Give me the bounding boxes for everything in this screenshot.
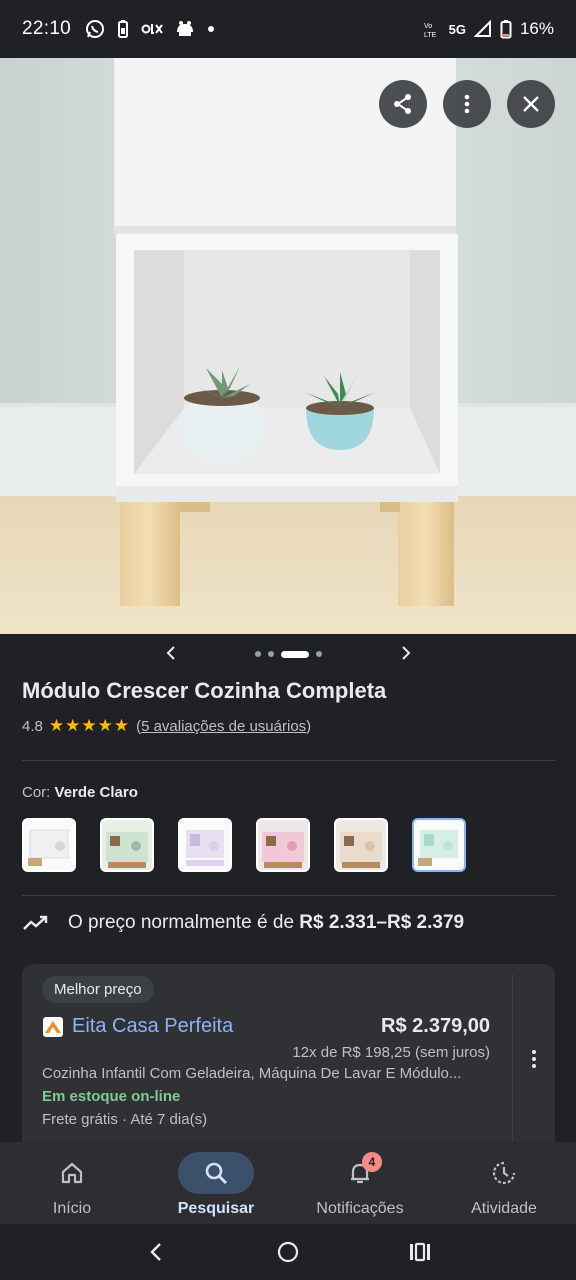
carousel-dot-active[interactable] (280, 650, 309, 658)
share-icon (394, 94, 411, 114)
best-price-badge: Melhor preço (42, 976, 154, 1003)
chevron-right-icon (401, 645, 410, 660)
olx-icon (141, 22, 163, 36)
offer-more-button[interactable] (522, 1044, 546, 1074)
previous-image-button[interactable] (157, 643, 185, 666)
color-swatch[interactable] (178, 818, 232, 872)
color-swatch[interactable] (100, 818, 154, 872)
price-history-hint[interactable]: O preço normalmente é de R$ 2.331–R$ 2.3… (22, 912, 464, 934)
close-button[interactable] (507, 80, 555, 128)
color-swatches (22, 818, 466, 872)
status-bar: 22:10 Vo LTE 5G 16% (0, 0, 576, 58)
price-hint-prefix: O preço normalmente é de (68, 912, 300, 933)
search-icon (205, 1162, 227, 1184)
price-hint-text: O preço normalmente é de R$ 2.331–R$ 2.3… (68, 912, 464, 934)
nav-home-label: Início (52, 1200, 92, 1217)
color-value: Verde Claro (54, 784, 138, 801)
store-name-link[interactable]: Eita Casa Perfeita (72, 1015, 233, 1038)
carousel-dot[interactable] (315, 651, 322, 657)
system-back-button[interactable] (136, 1232, 176, 1272)
chevron-left-icon (166, 645, 175, 660)
more-notifications-dot-icon (207, 25, 215, 33)
color-swatch[interactable] (22, 818, 76, 872)
stock-status: Em estoque on-line (42, 1088, 181, 1105)
color-swatch[interactable] (334, 818, 388, 872)
nav-activity-label: Atividade (471, 1200, 537, 1217)
installments: 12x de R$ 198,25 (sem juros) (292, 1044, 490, 1061)
divider (22, 895, 555, 896)
offer-card[interactable]: Melhor preço Eita Casa Perfeita R$ 2.379… (22, 964, 555, 1144)
nav-search[interactable]: Pesquisar (144, 1142, 288, 1224)
rating-row: 4.8 ★★★★★ ( 5 avaliações de usuários ) (22, 716, 311, 736)
nav-activity[interactable]: Atividade (432, 1142, 576, 1224)
rating-stars: ★★★★★ (48, 716, 131, 735)
network-type: 5G (448, 21, 466, 37)
system-navigation-bar (0, 1224, 576, 1280)
activity-icon (492, 1161, 516, 1185)
color-swatch[interactable] (256, 818, 310, 872)
svg-text:LTE: LTE (424, 32, 437, 38)
nav-search-label: Pesquisar (177, 1200, 255, 1217)
more-vert-icon (464, 94, 470, 114)
home-circle-icon (277, 1241, 299, 1263)
battery-level: 16% (519, 19, 554, 38)
whatsapp-icon (85, 19, 105, 39)
offer-description: Cozinha Infantil Com Geladeira, Máquina … (42, 1065, 462, 1082)
notification-badge: 4 (362, 1152, 382, 1172)
carousel-dot[interactable] (267, 651, 274, 657)
reviews-link[interactable]: 5 avaliações de usuários (141, 718, 306, 735)
divider (22, 760, 555, 761)
shipping-info: Frete grátis · Até 7 dia(s) (42, 1111, 208, 1128)
back-icon (150, 1243, 161, 1261)
status-time: 22:10 (22, 18, 72, 39)
color-label-prefix: Cor: (22, 784, 51, 801)
carousel-dot[interactable] (254, 651, 261, 657)
product-image[interactable] (0, 58, 576, 634)
app-notification-icon (175, 20, 195, 38)
next-image-button[interactable] (392, 643, 420, 666)
color-swatch-selected[interactable] (412, 818, 466, 872)
battery-saver-icon (117, 19, 129, 39)
carousel-dots (254, 650, 322, 658)
nav-home[interactable]: Início (0, 1142, 144, 1224)
color-label: Cor: Verde Claro (22, 784, 138, 801)
recents-icon (410, 1242, 430, 1262)
price-range: R$ 2.331–R$ 2.379 (299, 912, 465, 933)
reviews-close-paren: ) (306, 717, 312, 735)
share-button[interactable] (379, 80, 427, 128)
nav-notifications-label: Notificações (316, 1200, 404, 1217)
battery-icon (500, 19, 512, 39)
card-divider (512, 974, 513, 1144)
product-title: Módulo Crescer Cozinha Completa (22, 678, 387, 703)
rating-value: 4.8 (22, 717, 43, 735)
svg-text:Vo: Vo (424, 23, 432, 30)
system-recents-button[interactable] (400, 1232, 440, 1272)
store-logo-icon (43, 1016, 63, 1037)
home-icon (61, 1162, 83, 1184)
signal-icon (473, 20, 492, 38)
bottom-navigation: Início Pesquisar 4 Notificações Atividad… (0, 1142, 576, 1224)
trend-icon (23, 915, 48, 930)
nav-notifications[interactable]: 4 Notificações (288, 1142, 432, 1224)
more-vert-icon (532, 1050, 536, 1054)
close-icon (523, 96, 539, 112)
volte-icon: Vo LTE (423, 20, 441, 38)
product-photo (0, 58, 576, 634)
image-carousel-nav (0, 640, 576, 668)
system-home-button[interactable] (268, 1232, 308, 1272)
offer-price: R$ 2.379,00 (381, 1015, 490, 1037)
store-row: Eita Casa Perfeita R$ 2.379,00 (42, 1015, 490, 1038)
more-options-button[interactable] (443, 80, 491, 128)
